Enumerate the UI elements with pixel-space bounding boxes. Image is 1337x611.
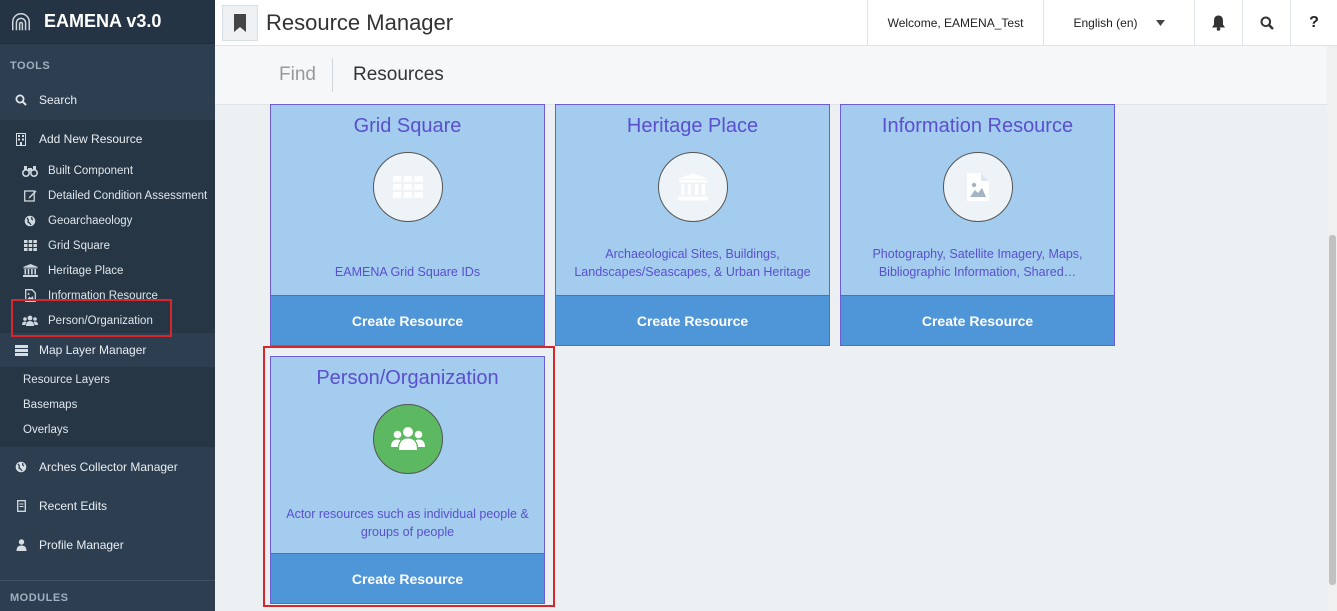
card-description: Photography, Satellite Imagery, Maps, Bi… — [872, 247, 1083, 279]
brand-bar[interactable]: EAMENA v3.0 — [0, 0, 215, 44]
notifications-button[interactable] — [1194, 0, 1242, 46]
building-icon — [14, 132, 28, 146]
tab-find[interactable]: Find — [279, 58, 333, 92]
card-title: Information Resource — [881, 115, 1074, 137]
top-header: Resource Manager Welcome, EAMENA_Test En… — [215, 0, 1337, 46]
layers-icon — [14, 343, 28, 357]
sidebar-item-label: Add New Resource — [39, 132, 143, 146]
resource-card-grid-square: Grid Square EAMENA Grid Square IDs Creat… — [270, 104, 545, 346]
language-select[interactable]: English (en) — [1043, 0, 1194, 46]
highlight-box — [11, 299, 172, 337]
sidebar-item-label: Heritage Place — [48, 264, 124, 277]
sidebar-item-basemaps[interactable]: Basemaps — [0, 392, 215, 417]
sidebar-item-overlays[interactable]: Overlays — [0, 417, 215, 442]
create-resource-button[interactable]: Create Resource — [271, 295, 544, 345]
sidebar-item-label: Map Layer Manager — [39, 343, 147, 357]
resource-card-information-resource: Information Resource Photography, Satell… — [840, 104, 1115, 346]
search-icon — [1260, 16, 1274, 30]
sidebar-item-geoarchaeology[interactable]: Geoarchaeology — [0, 208, 215, 233]
search-button[interactable] — [1242, 0, 1290, 46]
tools-section-title: TOOLS — [10, 60, 51, 72]
sidebar-item-detailed-condition-assessment[interactable]: Detailed Condition Assessment — [0, 183, 215, 208]
grid-icon — [22, 239, 38, 253]
card-title: Grid Square — [353, 115, 462, 137]
card-icon-circle — [942, 152, 1013, 222]
modules-section-title: MODULES — [10, 592, 69, 604]
edit-icon — [22, 189, 38, 203]
caret-down-icon — [1155, 20, 1165, 26]
binoculars-icon — [22, 164, 38, 178]
bell-icon — [1212, 15, 1225, 31]
scrollbar-thumb[interactable] — [1329, 235, 1336, 585]
resource-card-heritage-place: Heritage Place Archaeological Sites, Bui… — [555, 104, 830, 346]
sidebar-item-label: Grid Square — [48, 239, 111, 252]
sub-header: Find Resources — [215, 46, 1327, 105]
sidebar-item-built-component[interactable]: Built Component — [0, 158, 215, 183]
sidebar-item-map-layer-manager[interactable]: Map Layer Manager — [0, 333, 215, 367]
create-resource-button[interactable]: Create Resource — [556, 295, 829, 345]
welcome-user[interactable]: Welcome, EAMENA_Test — [867, 0, 1043, 46]
sidebar-item-grid-square[interactable]: Grid Square — [0, 233, 215, 258]
sidebar-item-label: Detailed Condition Assessment — [48, 189, 208, 202]
sidebar-item-recent-edits[interactable]: Recent Edits — [0, 487, 215, 525]
globe-icon — [22, 214, 38, 228]
sidebar-item-label: Built Component — [48, 164, 134, 177]
card-title: Heritage Place — [626, 115, 759, 137]
header-actions: Welcome, EAMENA_Test English (en) ? — [867, 0, 1337, 46]
institution-icon — [22, 264, 38, 278]
arches-logo-icon — [12, 12, 30, 30]
map-layer-group: Resource Layers Basemaps Overlays — [0, 367, 215, 447]
sidebar-item-label: Recent Edits — [39, 499, 108, 513]
divider — [0, 580, 215, 581]
help-button[interactable]: ? — [1290, 0, 1337, 46]
sidebar-item-label: Profile Manager — [39, 538, 124, 552]
highlight-box — [263, 346, 555, 607]
sidebar-item-heritage-place[interactable]: Heritage Place — [0, 258, 215, 283]
card-icon-circle — [657, 152, 728, 222]
sidebar-item-resource-layers[interactable]: Resource Layers — [0, 367, 215, 392]
sidebar-item-label: Geoarchaeology — [48, 214, 133, 227]
language-label: English (en) — [1073, 16, 1138, 30]
sidebar-item-profile-manager[interactable]: Profile Manager — [0, 525, 215, 565]
tab-resources[interactable]: Resources — [353, 64, 444, 86]
brand-name: EAMENA v3.0 — [44, 11, 162, 31]
search-icon — [14, 93, 28, 107]
sidebar-item-add-new-resource[interactable]: Add New Resource — [0, 120, 215, 158]
bookmark-icon — [234, 13, 246, 32]
bookmark-button[interactable] — [222, 4, 258, 41]
card-description: EAMENA Grid Square IDs — [334, 265, 481, 279]
sidebar-item-label: Search — [39, 93, 78, 107]
image-file-icon — [966, 173, 989, 201]
create-resource-button[interactable]: Create Resource — [841, 295, 1114, 345]
card-icon-circle — [372, 152, 443, 222]
card-description: Archaeological Sites, Buildings, Landsca… — [574, 247, 811, 279]
globe-icon — [14, 460, 28, 474]
page-title: Resource Manager — [266, 9, 454, 35]
file-icon — [14, 499, 28, 513]
user-icon — [14, 538, 28, 552]
institution-icon — [677, 173, 708, 201]
sidebar-item-arches-collector-manager[interactable]: Arches Collector Manager — [0, 447, 215, 487]
sidebar: EAMENA v3.0 TOOLS Search Add New Resourc… — [0, 0, 215, 611]
sidebar-item-search[interactable]: Search — [0, 80, 215, 120]
sidebar-item-label: Arches Collector Manager — [39, 460, 178, 474]
grid-icon — [392, 176, 423, 198]
